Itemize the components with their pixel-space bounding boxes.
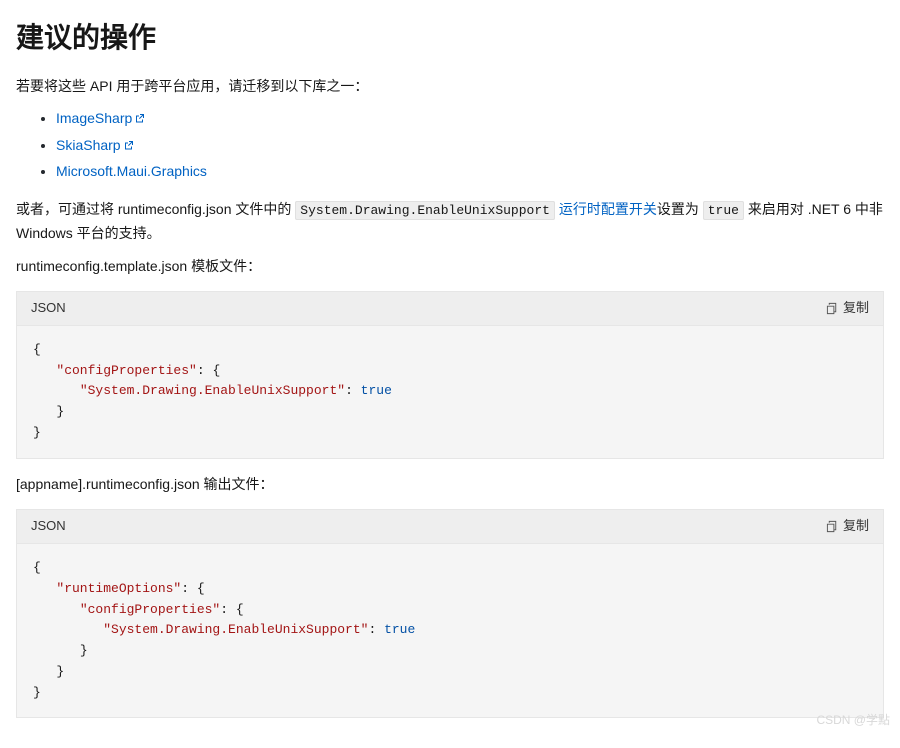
intro-paragraph: 若要将这些 API 用于跨平台应用，请迁移到以下库之一： [16, 75, 884, 97]
heading-recommended-action: 建议的操作 [16, 16, 884, 61]
copy-icon [826, 302, 839, 315]
para-text: 或者，可通过将 runtimeconfig.json 文件中的 [16, 201, 295, 217]
code-lang-label: JSON [31, 516, 66, 537]
link-runtime-config-switch[interactable]: 运行时配置开关 [555, 201, 657, 217]
external-link-icon [124, 134, 134, 156]
code-header: JSON 复制 [17, 292, 883, 326]
inline-code-true: true [703, 201, 744, 220]
code-caption-2: [appname].runtimeconfig.json 输出文件： [16, 473, 884, 495]
code-lang-label: JSON [31, 298, 66, 319]
code-header: JSON 复制 [17, 510, 883, 544]
inline-code-enableunix: System.Drawing.EnableUnixSupport [295, 201, 555, 220]
copy-icon [826, 520, 839, 533]
link-maui-graphics[interactable]: Microsoft.Maui.Graphics [56, 163, 207, 179]
link-imagesharp[interactable]: ImageSharp [56, 110, 145, 126]
code-body: { "configProperties": { "System.Drawing.… [17, 326, 883, 458]
para-text: 设置为 [657, 201, 703, 217]
library-list: ImageSharp SkiaSharp Microsoft.Maui.Grap… [16, 107, 884, 182]
list-item: ImageSharp [56, 107, 884, 129]
external-link-icon [135, 107, 145, 129]
code-block-2: JSON 复制 { "runtimeOptions": { "configPro… [16, 509, 884, 718]
list-item: SkiaSharp [56, 134, 884, 156]
alternative-paragraph: 或者，可通过将 runtimeconfig.json 文件中的 System.D… [16, 198, 884, 244]
code-body: { "runtimeOptions": { "configProperties"… [17, 544, 883, 718]
code-block-1: JSON 复制 { "configProperties": { "System.… [16, 291, 884, 459]
copy-label: 复制 [843, 298, 869, 319]
list-item: Microsoft.Maui.Graphics [56, 160, 884, 182]
copy-label: 复制 [843, 516, 869, 537]
copy-button[interactable]: 复制 [826, 298, 869, 319]
link-label: SkiaSharp [56, 137, 121, 153]
link-label: ImageSharp [56, 110, 132, 126]
link-skiasharp[interactable]: SkiaSharp [56, 137, 134, 153]
code-caption-1: runtimeconfig.template.json 模板文件： [16, 255, 884, 277]
copy-button[interactable]: 复制 [826, 516, 869, 537]
